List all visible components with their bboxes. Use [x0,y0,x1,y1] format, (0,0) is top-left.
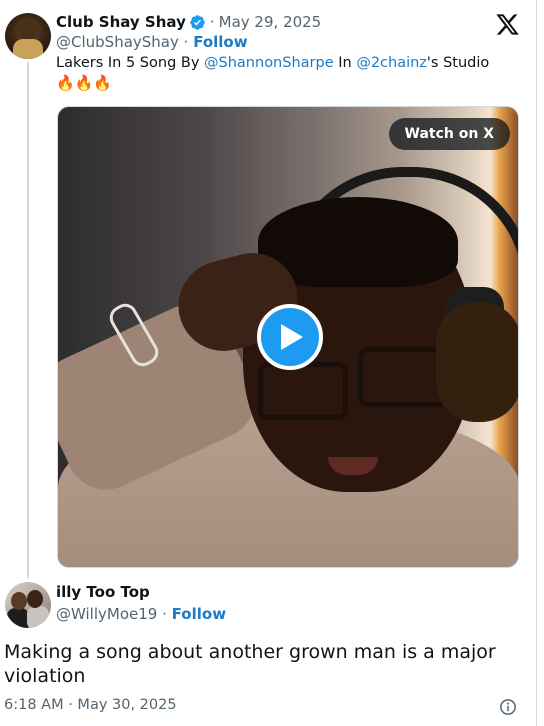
tweet-text: Lakers In 5 Song By @ShannonSharpe In @2… [56,53,526,73]
play-icon [281,324,303,350]
avatar-person-face [27,590,43,608]
avatar-body [13,39,43,59]
fire-emojis: 🔥🔥🔥 [56,74,113,92]
tweet-date[interactable]: May 29, 2025 [219,13,322,31]
reply-author-avatar[interactable] [5,582,51,628]
author-name-row: Club Shay Shay · May 29, 2025 [56,11,321,33]
separator-dot: · [183,33,194,51]
video-player[interactable]: Watch on X [57,106,519,568]
info-icon[interactable] [499,698,517,716]
avatar-person-body [27,606,49,628]
author-name[interactable]: Club Shay Shay [56,13,186,31]
reply-author-handle[interactable]: @WillyMoe19 [56,605,157,623]
tweet-text-part: 's Studio [426,55,490,71]
mention-link[interactable]: @2chainz [356,55,427,71]
tweet-text-part: Lakers In 5 Song By [56,55,205,71]
reply-text: Making a song about another grown man is… [4,641,496,687]
video-frame-glasses-left [258,362,348,420]
x-logo-icon[interactable] [495,12,520,37]
author-handle[interactable]: @ClubShayShay [56,33,179,51]
watch-on-x-button[interactable]: Watch on X [388,118,510,150]
reply-follow-button[interactable]: Follow [172,605,226,623]
verified-badge-icon [190,14,205,30]
reply-timestamp[interactable]: 6:18 AM · May 30, 2025 [4,697,177,713]
mention-link[interactable]: @ShannonSharpe [204,55,334,71]
avatar-person-face [11,592,27,610]
play-button[interactable] [257,304,323,370]
separator-dot: · [209,13,215,31]
video-frame-glasses-right [358,347,448,407]
author-handle-row: @ClubShayShay · Follow [56,33,248,51]
follow-button[interactable]: Follow [193,33,247,51]
video-frame-hand-right [436,302,518,422]
tweet-text-part: In [333,55,357,71]
avatar-face [19,21,37,41]
author-avatar[interactable] [5,13,51,59]
reply-author-name[interactable]: illy Too Top [56,583,150,601]
separator-dot: · [162,605,172,623]
thread-connector-line [27,62,29,578]
avatar-person-body [7,608,29,628]
reply-handle-row: @WillyMoe19 · Follow [56,605,226,623]
